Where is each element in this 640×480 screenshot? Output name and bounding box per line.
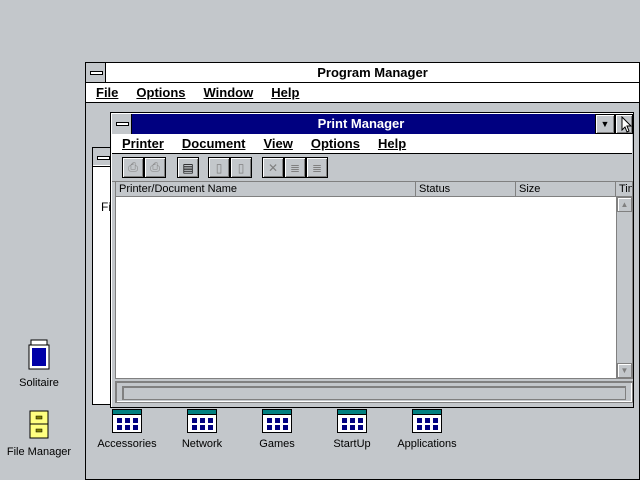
- scroll-down-icon: ▼: [620, 366, 629, 375]
- print-queue-icon: ▤: [182, 160, 194, 175]
- program-group-icon: [187, 409, 217, 433]
- print-manager-menubar: Printer Document View Options Help: [112, 134, 632, 154]
- scroll-down-button[interactable]: ▼: [617, 363, 632, 378]
- group-label-network: Network: [181, 438, 223, 450]
- group-icon-accessories[interactable]: Accessories: [94, 409, 160, 450]
- print-queue-button[interactable]: ▤: [177, 157, 199, 178]
- menu-window-label: Window: [203, 85, 254, 100]
- minimize-icon: ▼: [600, 119, 610, 129]
- pause-printer-button[interactable]: ⎙: [122, 157, 144, 178]
- menu-options-label: Options: [310, 136, 360, 151]
- move-down-button[interactable]: ≣: [306, 157, 328, 178]
- program-group-icon: [412, 409, 442, 433]
- print-manager-control-menu-box[interactable]: [112, 114, 132, 134]
- group-icon-applications[interactable]: Applications: [392, 409, 462, 450]
- pause-printer-icon: ⎙: [128, 160, 138, 174]
- minimize-button[interactable]: ▼: [595, 114, 615, 134]
- delete-document-icon: ✕: [267, 160, 279, 175]
- group-label-applications: Applications: [397, 438, 457, 450]
- file-manager-desktop-icon[interactable]: File Manager: [2, 410, 76, 458]
- file-manager-icon: [26, 410, 52, 444]
- resume-document-button[interactable]: ▯: [230, 157, 252, 178]
- column-header-size[interactable]: Size: [516, 182, 616, 197]
- program-group-icon: [337, 409, 367, 433]
- group-label-accessories: Accessories: [97, 438, 157, 450]
- solitaire-label: Solitaire: [19, 377, 59, 389]
- menu-help-label: Help: [377, 136, 407, 151]
- print-manager-window: Print Manager ▼ ▲ Printer Document View Opt…: [110, 112, 634, 408]
- scroll-up-icon: ▲: [620, 200, 629, 209]
- program-group-icon: [112, 409, 142, 433]
- resume-document-icon: ▯: [237, 160, 245, 175]
- pause-document-icon: ▯: [215, 160, 223, 175]
- group-icon-startup[interactable]: StartUp: [322, 409, 382, 450]
- delete-document-button[interactable]: ✕: [262, 157, 284, 178]
- menu-options-label: Options: [136, 85, 186, 100]
- group-icon-games[interactable]: Games: [247, 409, 307, 450]
- menu-help[interactable]: Help: [369, 134, 415, 151]
- window-title: Program Manager: [317, 65, 428, 80]
- status-field: [122, 386, 626, 400]
- menu-options[interactable]: Options: [302, 134, 369, 151]
- menu-help-label: Help: [271, 85, 300, 100]
- column-header-name[interactable]: Printer/Document Name: [116, 182, 416, 197]
- print-queue-list[interactable]: Printer/Document Name Status Size Tin ▲ …: [115, 181, 633, 379]
- resume-printer-button[interactable]: ⎙: [144, 157, 166, 178]
- vertical-scrollbar[interactable]: ▲ ▼: [616, 197, 632, 378]
- menu-help[interactable]: Help: [262, 83, 308, 100]
- scroll-up-button[interactable]: ▲: [617, 197, 632, 212]
- menu-document-label: Document: [181, 136, 246, 151]
- menu-file-label: File: [96, 85, 119, 100]
- menu-view[interactable]: View: [254, 134, 301, 151]
- move-down-icon: ≣: [311, 160, 323, 175]
- solitaire-desktop-icon[interactable]: Solitaire: [16, 338, 62, 389]
- menu-printer[interactable]: Printer: [112, 134, 173, 151]
- menu-options[interactable]: Options: [127, 83, 194, 100]
- menu-file[interactable]: File: [86, 83, 127, 100]
- column-header-time[interactable]: Tin: [616, 182, 632, 197]
- resume-printer-icon: ⎙: [150, 160, 160, 174]
- move-up-icon: ≣: [289, 160, 301, 175]
- print-manager-titlebar[interactable]: Print Manager ▼ ▲: [112, 114, 633, 134]
- group-label-games: Games: [259, 438, 295, 450]
- group-label-startup: StartUp: [333, 438, 371, 450]
- program-manager-titlebar[interactable]: Program Manager: [86, 63, 639, 83]
- column-header-status[interactable]: Status: [416, 182, 516, 197]
- print-manager-title: Print Manager: [317, 116, 405, 131]
- pause-document-button[interactable]: ▯: [208, 157, 230, 178]
- menu-printer-label: Printer: [122, 136, 164, 151]
- solitaire-icon: [26, 338, 52, 372]
- file-manager-label: File Manager: [6, 446, 72, 458]
- move-up-button[interactable]: ≣: [284, 157, 306, 178]
- menu-window[interactable]: Window: [195, 83, 263, 100]
- program-manager-menubar: File Options Window Help: [86, 83, 639, 103]
- print-manager-toolbar: ⎙ ⎙ ▤ ▯ ▯ ✕ ≣ ≣: [112, 154, 632, 182]
- status-bar: [115, 381, 633, 403]
- menu-view-label: View: [263, 136, 293, 151]
- control-menu-box[interactable]: [86, 63, 106, 82]
- group-icon-network[interactable]: Network: [172, 409, 232, 450]
- menu-document[interactable]: Document: [173, 134, 255, 151]
- mouse-cursor-icon: [621, 115, 633, 137]
- program-group-icon: [262, 409, 292, 433]
